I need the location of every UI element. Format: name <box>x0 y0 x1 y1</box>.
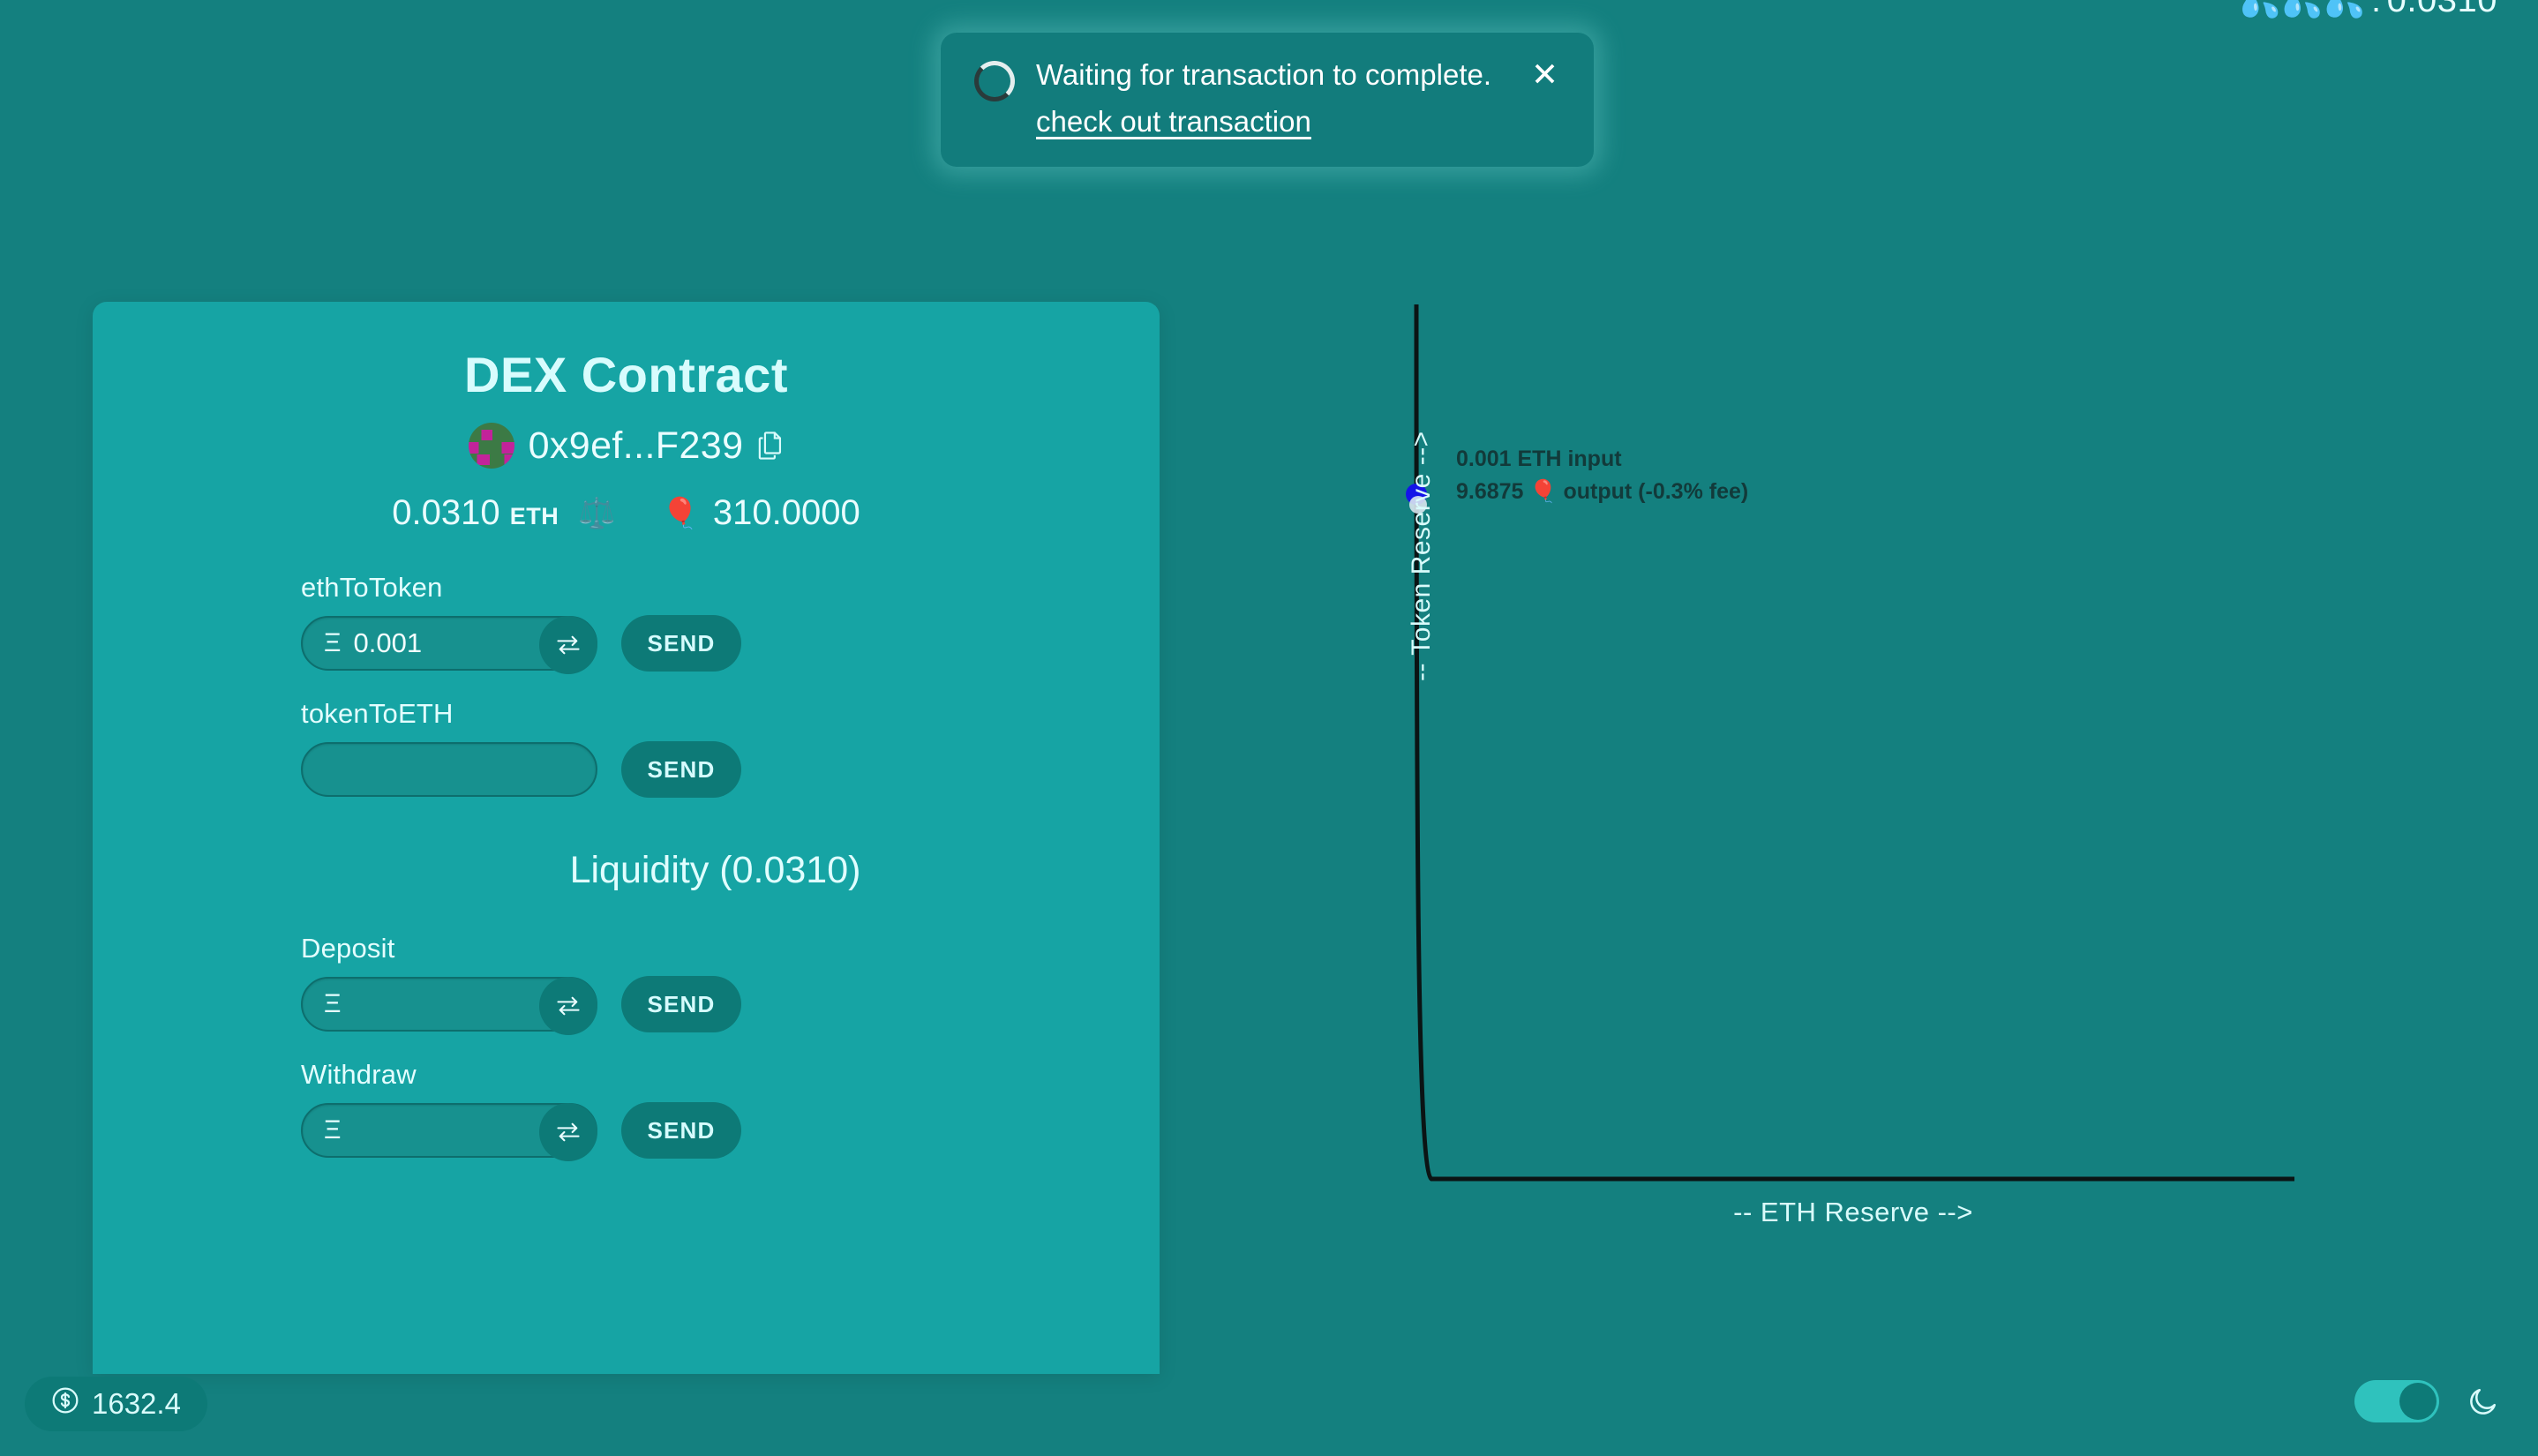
close-icon[interactable]: ✕ <box>1526 58 1567 91</box>
theme-controls <box>2354 1380 2499 1422</box>
contract-address: 0x9ef...F239 <box>528 424 744 467</box>
top-readout-value: 0.0310 <box>2386 0 2497 19</box>
eth-to-token-input-wrapper: Ξ <box>301 616 597 674</box>
eth-to-token-label: ethToToken <box>301 572 443 603</box>
withdraw-row: Ξ SEND <box>301 1102 1160 1161</box>
top-readout-separator: : <box>2371 0 2382 19</box>
withdraw-input-wrapper: Ξ <box>301 1103 597 1161</box>
liquidity-title: Liquidity (0.0310) <box>569 849 861 891</box>
eth-price-badge[interactable]: 1632.4 <box>25 1377 207 1431</box>
y-axis-label: -- Token Reserve --> <box>1407 431 1436 681</box>
eth-price-value: 1632.4 <box>92 1387 181 1420</box>
chart-canvas <box>1414 304 2294 1182</box>
dex-form-area: ethToToken Ξ SEND tokenToETH <box>93 572 1160 1161</box>
toast-message-row: Waiting for transaction to complete. ✕ <box>1036 57 1567 93</box>
top-balance-readout: 💦💦💦: 0.0310 <box>2240 0 2497 20</box>
contract-address-row: 0x9ef...F239 <box>93 423 1160 469</box>
token-to-eth-group: tokenToETH SEND <box>301 698 1160 798</box>
toast-body: Waiting for transaction to complete. ✕ c… <box>1036 56 1567 139</box>
token-balance-value: 310.0000 <box>712 493 860 532</box>
deposit-label: Deposit <box>301 933 395 964</box>
dollar-circle-icon <box>51 1386 79 1422</box>
withdraw-send-button[interactable]: SEND <box>621 1102 741 1159</box>
withdraw-label: Withdraw <box>301 1059 417 1090</box>
copy-icon[interactable] <box>757 431 784 461</box>
swap-icon[interactable] <box>539 616 597 674</box>
eth-to-token-input[interactable] <box>353 627 534 659</box>
dark-mode-toggle[interactable] <box>2354 1380 2439 1422</box>
deposit-input[interactable] <box>353 988 534 1020</box>
balance-scale-icon: ⚖️ <box>578 496 616 530</box>
token-to-eth-row: SEND <box>301 741 1160 798</box>
eth-to-token-group: ethToToken Ξ SEND <box>301 572 1160 674</box>
eth-balance: 0.0310 ETH <box>392 493 559 533</box>
deposit-input-wrapper: Ξ <box>301 977 597 1035</box>
chart-annotations: 0.001 ETH input 9.6875 🎈 output (-0.3% f… <box>1456 443 1748 508</box>
eth-balance-value: 0.0310 <box>392 493 500 532</box>
x-axis-label: -- ETH Reserve --> <box>1733 1197 1973 1227</box>
withdraw-input[interactable] <box>353 1115 534 1146</box>
eth-balance-unit: ETH <box>509 503 559 529</box>
avatar <box>468 423 514 469</box>
dex-contract-card: DEX Contract 0x9ef...F239 0.0310 ETH ⚖️ … <box>93 302 1160 1374</box>
eth-to-token-send-button[interactable]: SEND <box>621 615 741 672</box>
deposit-row: Ξ SEND <box>301 976 1160 1035</box>
chart-annotation-input: 0.001 ETH input <box>1456 447 1622 471</box>
toast-message: Waiting for transaction to complete. <box>1036 58 1492 91</box>
loading-spinner-icon <box>974 61 1015 101</box>
balloon-icon: 🎈 <box>661 496 699 530</box>
token-to-eth-label: tokenToETH <box>301 698 454 729</box>
eth-to-token-row: Ξ SEND <box>301 615 1160 674</box>
chart-annotation-output: 9.6875 🎈 output (-0.3% fee) <box>1456 479 1749 504</box>
token-to-eth-send-button[interactable]: SEND <box>621 741 741 798</box>
token-to-eth-input[interactable] <box>324 754 574 785</box>
deposit-group: Deposit Ξ SEND <box>301 933 1160 1035</box>
reserve-curve-chart: 0.001 ETH input 9.6875 🎈 output (-0.3% f… <box>1406 300 2347 1235</box>
check-transaction-link[interactable]: check out transaction <box>1036 105 1311 139</box>
page-title: DEX Contract <box>464 347 788 402</box>
moon-icon[interactable] <box>2467 1385 2499 1417</box>
eth-symbol-icon: Ξ <box>324 628 342 657</box>
swap-icon[interactable] <box>539 1103 597 1161</box>
constant-product-curve <box>1414 304 2294 1182</box>
withdraw-group: Withdraw Ξ SEND <box>301 1059 1160 1161</box>
token-to-eth-input-wrapper <box>301 742 597 797</box>
token-balance: 🎈 310.0000 <box>662 493 860 533</box>
eth-symbol-icon: Ξ <box>324 1115 342 1145</box>
deposit-send-button[interactable]: SEND <box>621 976 741 1032</box>
swap-icon[interactable] <box>539 977 597 1035</box>
transaction-toast: Waiting for transaction to complete. ✕ c… <box>941 33 1594 167</box>
balances-row: 0.0310 ETH ⚖️ 🎈 310.0000 <box>93 493 1160 533</box>
toggle-knob <box>2399 1383 2437 1420</box>
eth-symbol-icon: Ξ <box>324 989 342 1018</box>
sweat-droplets-icon: 💦💦💦 <box>2239 0 2367 19</box>
